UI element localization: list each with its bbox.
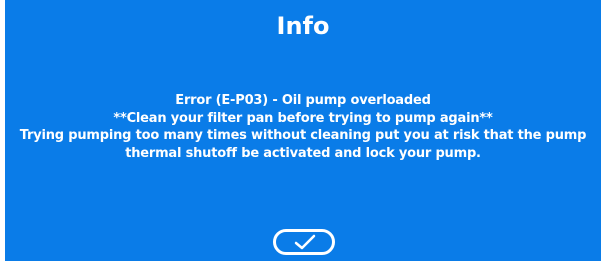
error-line: Error (E-P03) - Oil pump overloaded <box>175 93 431 108</box>
dialog-message: Error (E-P03) - Oil pump overloaded **Cl… <box>5 92 601 162</box>
warning-line-1: Trying pumping too many times without cl… <box>19 128 587 143</box>
warning-line-2: thermal shutoff be activated and lock yo… <box>125 145 481 161</box>
instruction-line: **Clean your filter pan before trying to… <box>113 110 493 126</box>
info-dialog: Info Error (E-P03) - Oil pump overloaded… <box>5 0 601 261</box>
confirm-button[interactable] <box>273 229 335 255</box>
dialog-title: Info <box>276 12 330 40</box>
checkmark-icon <box>294 234 316 250</box>
